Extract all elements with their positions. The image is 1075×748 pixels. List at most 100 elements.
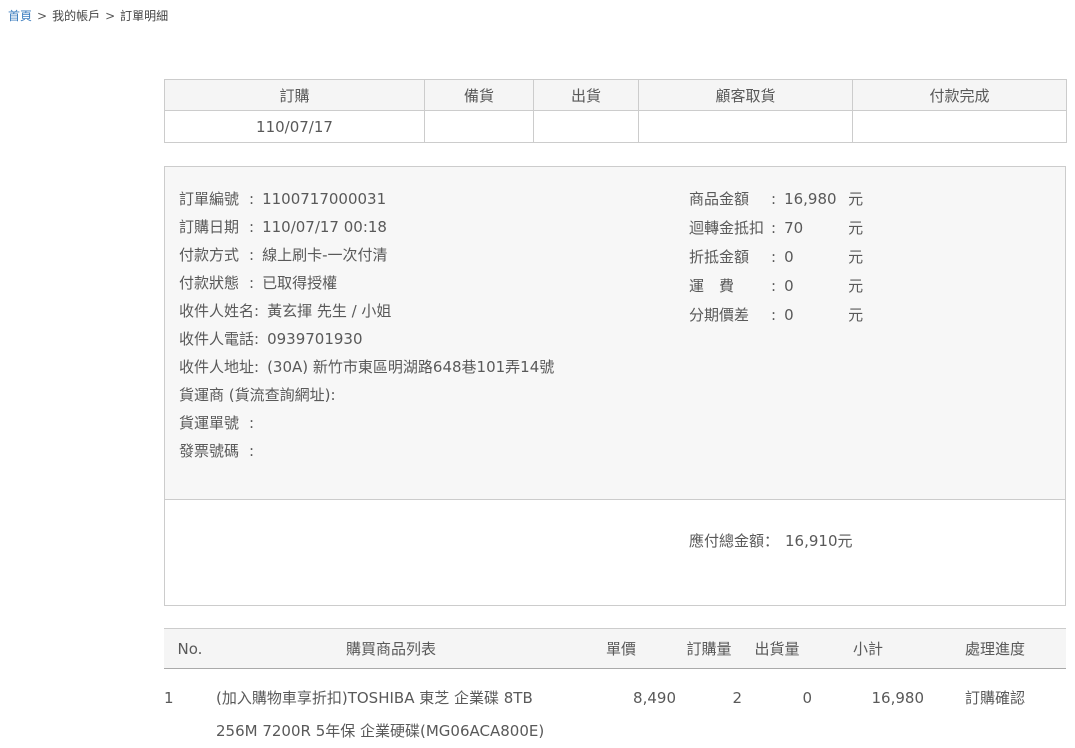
product-header-no: No. [164,629,216,669]
payment-method-value: 線上刷卡-一次付清 [262,246,387,264]
order-status-table: 訂購 備貨 出貨 顧客取貨 付款完成 110/07/17 [164,79,1067,143]
order-info-label: 付款方式 [179,241,249,269]
order-info-label: 貨運商 (貨流查詢網址) [179,381,330,409]
colon: : [249,274,254,292]
status-value-preparing [425,111,534,143]
amount-row-installment-diff: 分期價差:0元 [689,301,863,330]
amount-row-items: 商品金額:16,980元 [689,185,863,214]
product-unit-price: 8,490 [566,669,676,748]
breadcrumb-home-link[interactable]: 首頁 [8,9,32,23]
order-info-label: 付款狀態 [179,269,249,297]
status-value-ordered: 110/07/17 [165,111,425,143]
product-header-name: 購買商品列表 [216,629,566,669]
colon: : [771,248,776,266]
order-info-row-payment-status: 付款狀態: 已取得授權 [179,269,1065,297]
breadcrumb-separator: > [105,9,115,23]
colon: : [254,358,259,376]
status-header-ordered: 訂購 [165,80,425,111]
order-info-row-tracking-number: 貨運單號: [179,409,1065,437]
payment-status-value: 已取得授權 [262,274,337,292]
status-header-shipped: 出貨 [534,80,639,111]
recipient-name-value: 黃玄揮 先生 / 小姐 [267,302,391,320]
discount-value: 0 [784,243,848,272]
order-info-label: 收件人地址 [179,353,254,381]
colon: : [249,414,254,432]
product-table: No. 購買商品列表 單價 訂購量 出貨量 小計 處理進度 1 (加入購物車享折… [164,628,1066,748]
total-amount-label: 應付總金額： [689,532,779,550]
order-info-label: 收件人電話 [179,325,254,353]
amount-label: 迴轉金抵扣 [689,214,771,243]
amount-label: 商品金額 [689,185,771,214]
currency-unit: 元 [848,190,863,208]
order-info-row-order-date: 訂購日期:110/07/17 00:18 [179,213,1065,241]
colon: : [330,386,335,404]
currency-unit: 元 [848,248,863,266]
order-info-row-recipient-phone: 收件人電話:0939701930 [179,325,1065,353]
breadcrumb-item-current: 訂單明細 [120,9,168,23]
shipping-fee-value: 0 [784,272,848,301]
colon: : [249,218,254,236]
item-amount-value: 16,980 [784,185,848,214]
product-status: 訂購確認 [924,669,1066,748]
colon: : [254,302,259,320]
order-info-panel: 訂單編號:1100717000031 訂購日期:110/07/17 00:18 … [164,166,1066,606]
colon: : [254,330,259,348]
breadcrumb-separator: > [37,9,47,23]
status-header-preparing: 備貨 [425,80,534,111]
amount-row-discount: 折抵金額:0元 [689,243,863,272]
order-info-row-carrier: 貨運商 (貨流查詢網址): [179,381,1065,409]
product-header-status: 處理進度 [924,629,1066,669]
order-total-section: 應付總金額：16,910元 [165,499,1065,605]
amount-label: 折抵金額 [689,243,771,272]
order-info-main: 訂單編號:1100717000031 訂購日期:110/07/17 00:18 … [165,167,1065,499]
colon: : [249,246,254,264]
order-info-label: 訂單編號 [179,185,249,213]
breadcrumb: 首頁 > 我的帳戶 > 訂單明細 [8,7,168,24]
currency-unit: 元 [848,277,863,295]
product-name: (加入購物車享折扣)TOSHIBA 東芝 企業碟 8TB 256M 7200R … [216,669,566,748]
status-header-row: 訂購 備貨 出貨 顧客取貨 付款完成 [165,80,1067,111]
order-detail-page: 訂購 備貨 出貨 顧客取貨 付款完成 110/07/17 訂單編號:110071… [164,79,1066,748]
amount-label: 分期價差 [689,301,771,330]
product-header-unit-price: 單價 [566,629,676,669]
product-header-ship-qty: 出貨量 [742,629,812,669]
order-info-label: 訂購日期 [179,213,249,241]
product-subtotal: 16,980 [812,669,924,748]
colon: : [249,442,254,460]
recipient-address-value: (30A) 新竹市東區明湖路648巷101弄14號 [267,358,554,376]
order-date-value: 110/07/17 00:18 [262,218,387,236]
colon: : [771,277,776,295]
status-header-paid: 付款完成 [853,80,1067,111]
order-info-row-recipient-name: 收件人姓名: 黃玄揮 先生 / 小姐 [179,297,1065,325]
order-info-row-payment-method: 付款方式: 線上刷卡-一次付清 [179,241,1065,269]
status-header-pickup: 顧客取貨 [639,80,853,111]
order-info-label: 貨運單號 [179,409,249,437]
colon: : [249,190,254,208]
colon: : [771,219,776,237]
product-header-subtotal: 小計 [812,629,924,669]
status-value-pickup [639,111,853,143]
product-header-order-qty: 訂購量 [676,629,742,669]
order-amounts: 商品金額:16,980元 迴轉金抵扣:70元 折抵金額:0元 運 費:0元 分期… [689,185,863,330]
installment-diff-value: 0 [784,301,848,330]
rebate-value: 70 [784,214,848,243]
product-row: 1 (加入購物車享折扣)TOSHIBA 東芝 企業碟 8TB 256M 7200… [164,669,1066,748]
order-info-label: 發票號碼 [179,437,249,465]
breadcrumb-item-account: 我的帳戶 [52,9,100,23]
product-table-header-row: No. 購買商品列表 單價 訂購量 出貨量 小計 處理進度 [164,629,1066,669]
order-info-row-order-number: 訂單編號:1100717000031 [179,185,1065,213]
amount-label: 運 費 [689,272,771,301]
order-info-label: 收件人姓名 [179,297,254,325]
product-order-qty: 2 [676,669,742,748]
status-value-paid [853,111,1067,143]
order-number-value: 1100717000031 [262,190,386,208]
status-value-row: 110/07/17 [165,111,1067,143]
currency-unit: 元 [848,219,863,237]
order-info-row-recipient-address: 收件人地址: (30A) 新竹市東區明湖路648巷101弄14號 [179,353,1065,381]
amount-row-rebate: 迴轉金抵扣:70元 [689,214,863,243]
recipient-phone-value: 0939701930 [267,330,362,348]
colon: : [771,190,776,208]
status-value-shipped [534,111,639,143]
product-no: 1 [164,669,216,748]
order-info-row-invoice-number: 發票號碼: [179,437,1065,465]
